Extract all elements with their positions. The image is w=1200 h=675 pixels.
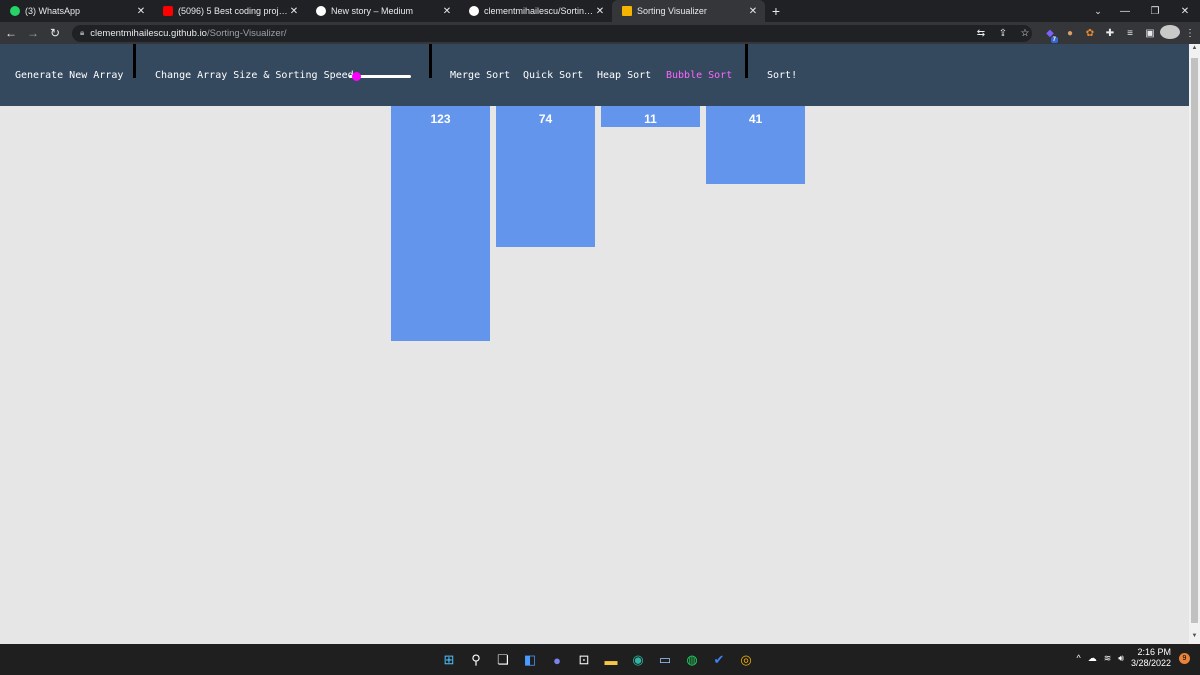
task-view-icon[interactable]: ❏ [490, 649, 516, 671]
tab-github[interactable]: clementmihailescu/Sorting-Visua ✕ [459, 0, 612, 22]
scroll-down-icon[interactable]: ▼ [1189, 633, 1200, 643]
generate-array-button[interactable]: Generate New Array [15, 70, 123, 81]
tab-strip: (3) WhatsApp ✕ (5096) 5 Best coding proj… [0, 0, 1200, 22]
side-panel-icon[interactable]: ▣ [1140, 28, 1160, 39]
chrome-icon[interactable]: ◎ [733, 649, 759, 671]
url-path: /Sorting-Visualizer/ [206, 27, 287, 39]
url-host: clementmihailescu.github.io [90, 27, 207, 39]
nav-divider [745, 44, 748, 78]
whatsapp-icon [10, 6, 20, 16]
taskbar: ⊞ ⚲ ❏ ◧ ● ⊡ ▬ ◉ ▭ ◍ ✔ ◎ ^ ☁ ≋ 🔊︎ 2:16 PM… [0, 644, 1200, 675]
teams-chat-icon[interactable]: ● [544, 649, 570, 671]
tab-title: (3) WhatsApp [25, 6, 81, 16]
restore-icon[interactable]: ❐ [1140, 0, 1170, 22]
youtube-icon [163, 6, 173, 16]
system-tray: ^ ☁ ≋ 🔊︎ 2:16 PM 3/28/2022 9 [1077, 647, 1190, 669]
tab-search-icon[interactable]: ⌄ [1086, 0, 1110, 22]
translate-icon[interactable]: ⇆ [970, 28, 992, 39]
share-icon[interactable]: ⇪ [992, 28, 1014, 39]
spotify-icon[interactable]: ◍ [679, 649, 705, 671]
tab-title: New story – Medium [331, 6, 414, 16]
scrollbar-thumb[interactable] [1191, 58, 1198, 623]
edge-icon[interactable]: ◉ [625, 649, 651, 671]
array-bar: 74 [496, 106, 595, 247]
sort-button[interactable]: Sort! [767, 70, 797, 81]
tab-sorting-visualizer[interactable]: Sorting Visualizer ✕ [612, 0, 765, 22]
close-icon[interactable]: ✕ [594, 6, 606, 17]
tab-whatsapp[interactable]: (3) WhatsApp ✕ [0, 0, 153, 22]
search-icon[interactable]: ⚲ [463, 649, 489, 671]
taskbar-apps: ⊞ ⚲ ❏ ◧ ● ⊡ ▬ ◉ ▭ ◍ ✔ ◎ [436, 649, 760, 671]
app-icon [622, 6, 632, 16]
array-bar: 123 [391, 106, 490, 341]
widgets-icon[interactable]: ◧ [517, 649, 543, 671]
array-bar: 11 [601, 106, 700, 127]
address-bar[interactable]: 🔒︎ clementmihailescu.github.io/Sorting-V… [72, 24, 1032, 42]
back-icon[interactable]: ← [0, 22, 22, 44]
bookmark-star-icon[interactable]: ☆ [1014, 28, 1036, 39]
array-size-slider[interactable] [349, 72, 411, 81]
quick-sort-button[interactable]: Quick Sort [523, 70, 583, 81]
reading-list-icon[interactable]: ≡ [1120, 28, 1140, 39]
heap-sort-button[interactable]: Heap Sort [597, 70, 651, 81]
visualizer-area: 123 74 11 41 [0, 106, 1189, 644]
profile-avatar[interactable] [1160, 24, 1180, 42]
wifi-icon[interactable]: ≋ [1104, 653, 1112, 664]
minimize-icon[interactable]: — [1110, 0, 1140, 22]
app-window-icon[interactable]: ▭ [652, 649, 678, 671]
windows-start-icon[interactable]: ⊞ [436, 649, 462, 671]
close-icon[interactable]: ✕ [441, 6, 453, 17]
browser-toolbar: ← → ↻ 🔒︎ clementmihailescu.github.io/Sor… [0, 22, 1200, 44]
scroll-up-icon[interactable]: ▲ [1189, 45, 1200, 55]
nav-divider [429, 44, 432, 78]
lock-icon: 🔒︎ [80, 28, 85, 37]
menu-kebab-icon[interactable]: ⋮ [1180, 28, 1200, 39]
extension-badge-icon[interactable]: ◆ 7 [1040, 28, 1060, 43]
page-scrollbar[interactable]: ▲ ▼ [1189, 44, 1200, 644]
bubble-sort-button[interactable]: Bubble Sort [666, 70, 732, 81]
tab-title: clementmihailescu/Sorting-Visua [484, 6, 594, 16]
omnibox-actions: ⇆ ⇪ ☆ [970, 22, 1036, 44]
forward-icon[interactable]: → [22, 22, 44, 44]
close-icon[interactable]: ✕ [747, 6, 759, 17]
notification-badge[interactable]: 9 [1179, 652, 1190, 664]
extensions-area: ◆ 7 ● ✿ ✚ ≡ ▣ ⋮ [1040, 22, 1200, 44]
medium-icon [316, 6, 326, 16]
new-tab-button[interactable]: + [765, 0, 787, 22]
window-controls: — ❐ ✕ [1110, 0, 1200, 22]
merge-sort-button[interactable]: Merge Sort [450, 70, 510, 81]
github-icon [469, 6, 479, 16]
clock[interactable]: 2:16 PM 3/28/2022 [1131, 647, 1171, 669]
clock-time: 2:16 PM [1137, 647, 1171, 657]
file-explorer-icon[interactable]: ▬ [598, 649, 624, 671]
volume-icon[interactable]: 🔊︎ [1118, 653, 1124, 664]
nav-divider [133, 44, 136, 78]
store-icon[interactable]: ⊡ [571, 649, 597, 671]
tab-title: (5096) 5 Best coding projects for [178, 6, 288, 16]
chevron-up-icon[interactable]: ^ [1077, 653, 1081, 663]
clock-date: 3/28/2022 [1130, 658, 1171, 668]
window-close-icon[interactable]: ✕ [1170, 0, 1200, 22]
todo-icon[interactable]: ✔ [706, 649, 732, 671]
tab-youtube[interactable]: (5096) 5 Best coding projects for ✕ [153, 0, 306, 22]
close-icon[interactable]: ✕ [135, 6, 147, 17]
slider-thumb[interactable] [352, 72, 361, 81]
extension-badge-count: 7 [1050, 36, 1058, 43]
extensions-puzzle-icon[interactable]: ✚ [1100, 28, 1120, 39]
tab-title: Sorting Visualizer [637, 6, 707, 16]
colorful-extension-icon[interactable]: ✿ [1080, 28, 1100, 39]
array-bar: 41 [706, 106, 805, 184]
close-icon[interactable]: ✕ [288, 6, 300, 17]
tab-medium[interactable]: New story – Medium ✕ [306, 0, 459, 22]
cookie-extension-icon[interactable]: ● [1060, 28, 1080, 39]
reload-icon[interactable]: ↻ [44, 22, 66, 44]
array-size-speed-label: Change Array Size & Sorting Speed [155, 70, 354, 81]
app-navbar: Generate New Array Change Array Size & S… [0, 44, 1189, 106]
cloud-icon[interactable]: ☁ [1088, 653, 1097, 664]
